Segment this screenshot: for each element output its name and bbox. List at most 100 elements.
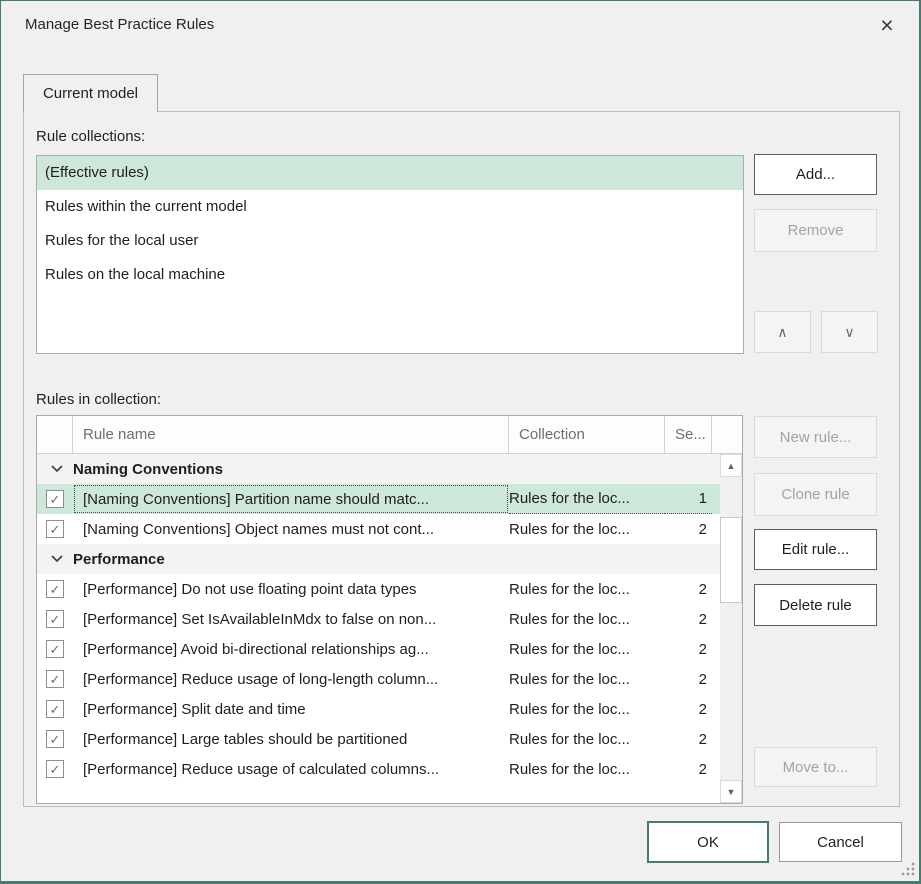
rule-name-cell: [Naming Conventions] Partition name shou… xyxy=(73,484,509,514)
move-to-button[interactable]: Move to... xyxy=(754,747,877,787)
column-header-checkbox[interactable] xyxy=(37,416,73,453)
rule-checkbox[interactable]: ✓ xyxy=(46,640,64,658)
list-item-current-model-rules[interactable]: Rules within the current model xyxy=(37,190,743,224)
tab-current-model[interactable]: Current model xyxy=(23,74,158,112)
column-header-rule-name[interactable]: Rule name xyxy=(73,416,509,453)
rule-checkbox[interactable]: ✓ xyxy=(46,610,64,628)
rule-group-naming-conventions[interactable]: Naming Conventions xyxy=(37,454,720,484)
caret-down-icon: ∨ xyxy=(844,324,854,341)
checkbox-cell: ✓ xyxy=(37,610,73,628)
checkbox-cell: ✓ xyxy=(37,700,73,718)
move-down-button[interactable]: ∨ xyxy=(821,311,878,353)
rule-checkbox[interactable]: ✓ xyxy=(46,730,64,748)
list-item-effective-rules[interactable]: (Effective rules) xyxy=(37,156,743,190)
rule-checkbox[interactable]: ✓ xyxy=(46,760,64,778)
rule-severity-cell: 2 xyxy=(665,641,712,658)
rule-collection-cell: Rules for the loc... xyxy=(509,701,665,718)
rule-checkbox[interactable]: ✓ xyxy=(46,700,64,718)
rule-severity-cell: 2 xyxy=(665,761,712,778)
checkbox-cell: ✓ xyxy=(37,730,73,748)
rule-group-label: Performance xyxy=(73,551,165,568)
rule-row[interactable]: ✓ [Naming Conventions] Object names must… xyxy=(37,514,720,544)
scroll-down-button[interactable]: ▼ xyxy=(720,780,742,803)
checkbox-cell: ✓ xyxy=(37,490,73,508)
rule-checkbox[interactable]: ✓ xyxy=(46,580,64,598)
clone-rule-button[interactable]: Clone rule xyxy=(754,473,877,516)
tab-label: Current model xyxy=(43,85,138,102)
rule-row[interactable]: ✓ [Performance] Reduce usage of calculat… xyxy=(37,754,720,784)
scrollbar-track[interactable] xyxy=(720,477,742,780)
list-item-local-user-rules[interactable]: Rules for the local user xyxy=(37,224,743,258)
rule-severity-cell: 2 xyxy=(665,671,712,688)
check-icon: ✓ xyxy=(50,733,61,746)
rule-row[interactable]: ✓ [Naming Conventions] Partition name sh… xyxy=(37,484,720,514)
rule-collection-cell: Rules for the loc... xyxy=(509,581,665,598)
rule-row[interactable]: ✓ [Performance] Avoid bi-directional rel… xyxy=(37,634,720,664)
column-header-severity[interactable]: Se... xyxy=(665,416,712,453)
rule-collection-cell: Rules for the loc... xyxy=(509,671,665,688)
rule-collection-cell: Rules for the loc... xyxy=(509,761,665,778)
rules-grid: Rule name Collection Se... Naming Conven… xyxy=(36,415,743,804)
scrollbar-thumb[interactable] xyxy=(720,517,742,603)
rule-checkbox[interactable]: ✓ xyxy=(46,520,64,538)
ok-button[interactable]: OK xyxy=(647,821,769,863)
rules-in-collection-label: Rules in collection: xyxy=(36,391,161,408)
vertical-scrollbar[interactable]: ▲ ▼ xyxy=(720,454,742,803)
rule-row[interactable]: ✓ [Performance] Reduce usage of long-len… xyxy=(37,664,720,694)
rule-checkbox[interactable]: ✓ xyxy=(46,490,64,508)
check-icon: ✓ xyxy=(50,643,61,656)
rule-name-cell: [Naming Conventions] Object names must n… xyxy=(73,521,509,538)
list-item-local-machine-rules[interactable]: Rules on the local machine xyxy=(37,258,743,292)
rule-checkbox[interactable]: ✓ xyxy=(46,670,64,688)
check-icon: ✓ xyxy=(50,523,61,536)
rule-name-cell: [Performance] Split date and time xyxy=(73,701,509,718)
rule-collection-cell: Rules for the loc... xyxy=(509,731,665,748)
scroll-down-icon: ▼ xyxy=(727,787,736,797)
remove-button[interactable]: Remove xyxy=(754,209,877,252)
rule-row[interactable]: ✓ [Performance] Large tables should be p… xyxy=(37,724,720,754)
rule-name-cell: [Performance] Reduce usage of long-lengt… xyxy=(73,671,509,688)
rule-name-cell: [Performance] Set IsAvailableInMdx to fa… xyxy=(73,611,509,628)
rule-severity-cell: 2 xyxy=(665,521,712,538)
rule-collection-cell: Rules for the loc... xyxy=(509,641,665,658)
check-icon: ✓ xyxy=(50,703,61,716)
cancel-button[interactable]: Cancel xyxy=(779,822,902,862)
rule-severity-cell: 2 xyxy=(665,581,712,598)
rule-group-label: Naming Conventions xyxy=(73,461,223,478)
chevron-down-icon xyxy=(51,465,63,473)
check-icon: ✓ xyxy=(50,583,61,596)
rule-row[interactable]: ✓ [Performance] Split date and time Rule… xyxy=(37,694,720,724)
rule-row[interactable]: ✓ [Performance] Set IsAvailableInMdx to … xyxy=(37,604,720,634)
check-icon: ✓ xyxy=(50,763,61,776)
checkbox-cell: ✓ xyxy=(37,640,73,658)
grid-body: Naming Conventions ✓ [Naming Conventions… xyxy=(37,454,742,803)
column-header-collection[interactable]: Collection xyxy=(509,416,665,453)
rule-name-cell: [Performance] Reduce usage of calculated… xyxy=(73,761,509,778)
close-button[interactable]: × xyxy=(871,11,903,39)
move-up-button[interactable]: ∧ xyxy=(754,311,811,353)
add-button[interactable]: Add... xyxy=(754,154,877,195)
check-icon: ✓ xyxy=(50,673,61,686)
rule-name-cell: [Performance] Avoid bi-directional relat… xyxy=(73,641,509,658)
rule-severity-cell: 2 xyxy=(665,701,712,718)
checkbox-cell: ✓ xyxy=(37,670,73,688)
rule-row[interactable]: ✓ [Performance] Do not use floating poin… xyxy=(37,574,720,604)
scroll-up-icon: ▲ xyxy=(727,461,736,471)
rule-collections-list: (Effective rules) Rules within the curre… xyxy=(36,155,744,354)
new-rule-button[interactable]: New rule... xyxy=(754,416,877,458)
checkbox-cell: ✓ xyxy=(37,580,73,598)
rule-group-performance[interactable]: Performance xyxy=(37,544,720,574)
scroll-up-button[interactable]: ▲ xyxy=(720,454,742,477)
rule-severity-cell: 2 xyxy=(665,731,712,748)
chevron-down-icon xyxy=(51,555,63,563)
resize-grip-icon[interactable] xyxy=(900,861,916,877)
rule-name-cell: [Performance] Do not use floating point … xyxy=(73,581,509,598)
rule-collections-label: Rule collections: xyxy=(36,128,145,145)
manage-best-practice-rules-dialog: Manage Best Practice Rules × Current mod… xyxy=(0,0,921,884)
caret-up-icon: ∧ xyxy=(777,324,787,341)
rule-collection-cell: Rules for the loc... xyxy=(509,521,665,538)
edit-rule-button[interactable]: Edit rule... xyxy=(754,529,877,570)
delete-rule-button[interactable]: Delete rule xyxy=(754,584,877,626)
column-header-filler xyxy=(712,416,742,453)
check-icon: ✓ xyxy=(50,493,61,506)
